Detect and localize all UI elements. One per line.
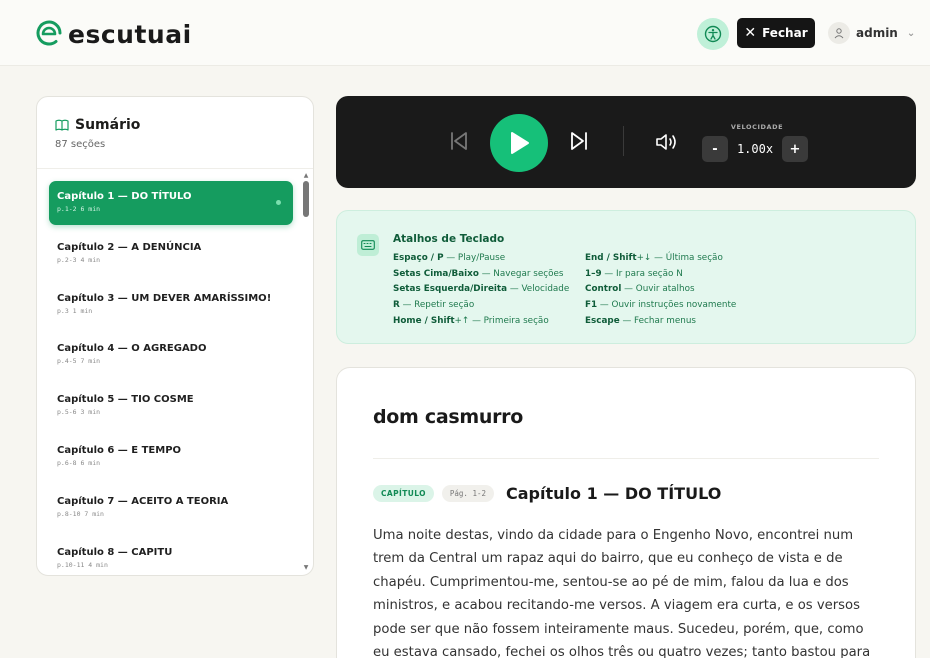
next-section-button[interactable]: [568, 130, 590, 152]
scroll-down-arrow[interactable]: ▼: [303, 565, 309, 571]
toc-scrollbar[interactable]: ▲ ▼: [303, 173, 309, 571]
close-button[interactable]: ✕ Fechar: [737, 18, 815, 48]
user-avatar: [828, 22, 850, 44]
section-meta: p.2-3 4 min: [57, 255, 101, 264]
section-title: Capítulo 1 — DO TÍTULO: [57, 191, 192, 202]
section-item-8[interactable]: Capítulo 8 — CAPITU p.10-11 4 min: [49, 537, 293, 575]
section-meta: p.5-6 3 min: [57, 408, 101, 417]
close-button-label: Fechar: [762, 26, 808, 40]
section-title: Capítulo 6 — E TEMPO: [57, 444, 182, 456]
book-title: dom casmurro: [373, 406, 523, 428]
speed-value: 1.00x: [736, 142, 774, 156]
chevron-down-icon: ⌄: [906, 27, 916, 39]
active-indicator: [276, 200, 281, 205]
shortcuts-title: Atalhos de Teclado: [393, 233, 505, 245]
speed-control: VELOCIDADE - 1.00x +: [702, 123, 812, 162]
section-list: Capítulo 1 — DO TÍTULO p.1-2 6 min Capít…: [49, 181, 293, 575]
user-menu[interactable]: admin ⌄: [828, 22, 915, 44]
player-divider: [623, 126, 624, 156]
speed-label: VELOCIDADE: [730, 123, 784, 131]
play-icon: [511, 132, 529, 154]
shortcut-item: Setas Cima/Baixo — Navegar seções: [393, 268, 564, 279]
shortcuts-column-left: Espaço / P — Play/Pause Setas Cima/Baixo…: [393, 251, 569, 330]
previous-section-button[interactable]: [448, 130, 470, 152]
section-title: Capítulo 4 — O AGREGADO: [57, 343, 207, 355]
book-icon: [55, 119, 69, 131]
shortcut-item: Escape — Fechar menus: [585, 315, 696, 326]
section-meta: p.10-11 4 min: [57, 560, 108, 569]
shortcut-item: R — Repetir seção: [393, 300, 475, 311]
section-title: Capítulo 3 — UM DEVER AMARÍSSIMO!: [57, 292, 272, 304]
user-icon: [834, 28, 844, 39]
shortcut-item: Home / Shift+↑ — Primeira seção: [393, 315, 549, 326]
section-meta: p.4-5 7 min: [57, 357, 101, 366]
chapter-text: Uma noite destas, vindo da cidade para o…: [373, 528, 871, 658]
reader-panel: dom casmurro CAPÍTULO Pág. 1-2 Capítulo …: [336, 367, 916, 658]
toc-header: Sumário 87 seções: [37, 97, 313, 169]
section-meta: p.6-8 6 min: [57, 458, 101, 467]
chapter-tag: CAPÍTULO: [373, 485, 434, 502]
shortcut-item: F1 — Ouvir instruções novamente: [585, 300, 737, 311]
table-of-contents: Sumário 87 seções Capítulo 1 — DO TÍTULO…: [36, 96, 314, 576]
accessibility-icon: [704, 25, 722, 43]
pages-tag: Pág. 1-2: [441, 485, 495, 502]
speed-decrease-button[interactable]: -: [702, 136, 728, 162]
scroll-thumb[interactable]: [303, 181, 309, 217]
speed-row: - 1.00x +: [702, 136, 812, 162]
shortcut-item: Setas Esquerda/Direita — Velocidade: [393, 284, 570, 295]
section-item-6[interactable]: Capítulo 6 — E TEMPO p.6-8 6 min: [49, 435, 293, 479]
shortcuts-column-right: End / Shift+↓ — Última seção 1–9 — Ir pa…: [585, 251, 736, 330]
toc-title: Sumário: [55, 117, 295, 133]
logo[interactable]: escutuai: [34, 18, 192, 49]
brand-name: escutuai: [68, 19, 192, 49]
section-count: 87 seções: [55, 139, 106, 150]
play-button[interactable]: [490, 114, 548, 172]
audio-player: VELOCIDADE - 1.00x +: [336, 96, 916, 188]
section-title: Capítulo 7 — ACEITO A TEORIA: [57, 495, 229, 507]
toc-title-text: Sumário: [75, 117, 141, 133]
speed-increase-button[interactable]: +: [782, 136, 808, 162]
scroll-up-arrow[interactable]: ▲: [303, 173, 309, 179]
section-item-4[interactable]: Capítulo 4 — O AGREGADO p.4-5 7 min: [49, 333, 293, 377]
section-meta: p.8-10 7 min: [57, 509, 104, 518]
section-item-7[interactable]: Capítulo 7 — ACEITO A TEORIA p.8-10 7 mi…: [49, 486, 293, 530]
chapter-title: Capítulo 1 — DO TÍTULO: [506, 484, 722, 503]
section-title: Capítulo 2 — A DENÚNCIA: [57, 241, 202, 253]
section-meta: p.1-2 6 min: [57, 205, 101, 213]
section-title: Capítulo 8 — CAPITU: [57, 546, 173, 558]
shortcut-item: 1–9 — Ir para seção N: [585, 268, 683, 279]
section-title: Capítulo 5 — TIO COSME: [57, 394, 194, 406]
volume-button[interactable]: [654, 131, 678, 153]
logo-icon: [36, 20, 62, 46]
keyboard-shortcuts-panel: Atalhos de Teclado Espaço / P — Play/Pau…: [336, 210, 916, 344]
shortcut-item: End / Shift+↓ — Última seção: [585, 253, 723, 263]
accessibility-button[interactable]: [697, 18, 729, 50]
keyboard-icon: [357, 234, 379, 256]
user-name: admin: [856, 26, 898, 40]
shortcut-item: Control — Ouvir atalhos: [585, 284, 695, 295]
section-item-3[interactable]: Capítulo 3 — UM DEVER AMARÍSSIMO! p.3 1 …: [49, 283, 293, 327]
divider: [373, 458, 879, 459]
close-icon: ✕: [744, 25, 757, 41]
app-header: escutuai ✕ Fechar admin ⌄: [0, 0, 930, 66]
section-item-2[interactable]: Capítulo 2 — A DENÚNCIA p.2-3 4 min: [49, 232, 293, 276]
section-item-5[interactable]: Capítulo 5 — TIO COSME p.5-6 3 min: [49, 384, 293, 428]
section-item-1[interactable]: Capítulo 1 — DO TÍTULO p.1-2 6 min: [49, 181, 293, 225]
shortcut-item: Espaço / P — Play/Pause: [393, 253, 506, 263]
section-meta: p.3 1 min: [57, 306, 93, 315]
chapter-header: CAPÍTULO Pág. 1-2 Capítulo 1 — DO TÍTULO: [373, 484, 721, 503]
